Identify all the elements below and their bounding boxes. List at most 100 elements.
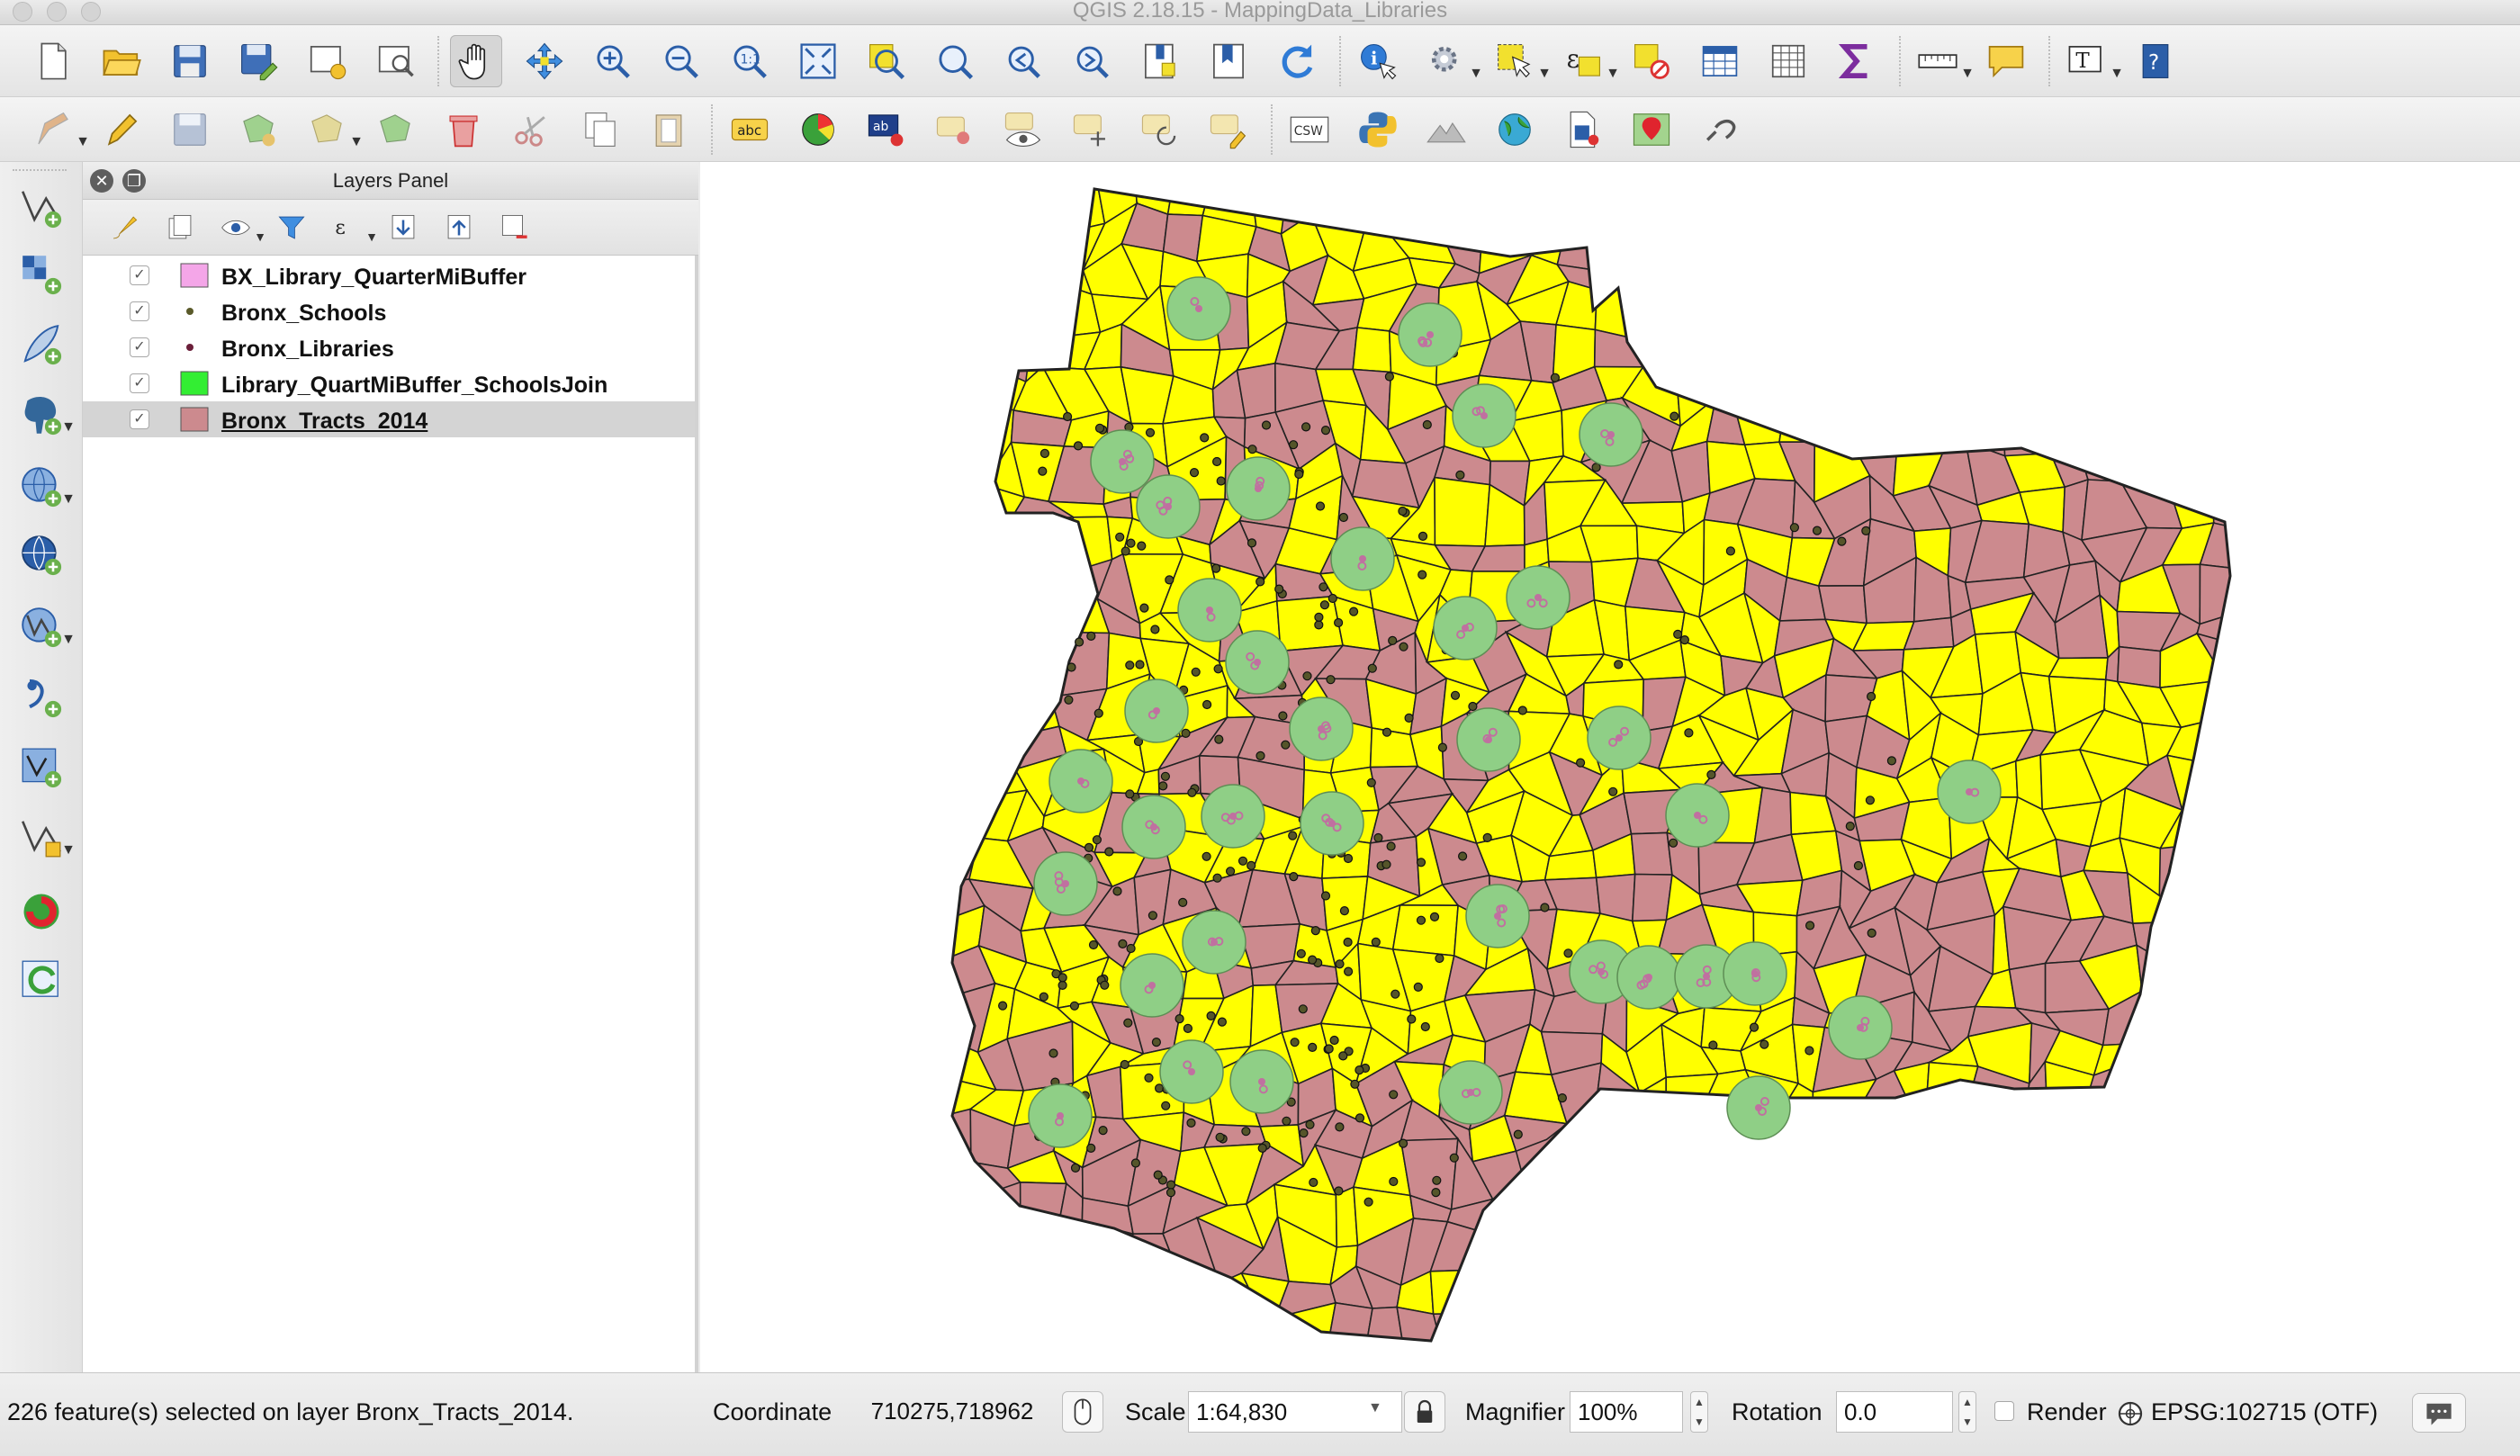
layer-visibility-checkbox[interactable]: ✓ <box>130 373 149 393</box>
add-spatialite-layer-button[interactable] <box>9 315 74 374</box>
layer-visibility-checkbox[interactable]: ✓ <box>130 301 149 321</box>
add-raster-layer-button[interactable] <box>9 245 74 304</box>
geometry-checker-button[interactable] <box>1557 103 1609 156</box>
style-manager-button[interactable] <box>106 210 142 246</box>
deselect-all-button[interactable] <box>1625 35 1678 87</box>
add-virtual-layer-button[interactable] <box>9 738 74 797</box>
bronx-map[interactable] <box>700 162 2520 1372</box>
layer-visibility-checkbox[interactable]: ✓ <box>130 409 149 429</box>
add-wcs-layer-button[interactable] <box>9 526 74 585</box>
current-edits-button[interactable]: ▼ <box>27 103 90 156</box>
globe-plugin-button[interactable] <box>1489 103 1541 156</box>
node-tool-button[interactable] <box>369 103 421 156</box>
messages-button[interactable] <box>2412 1393 2466 1433</box>
magnifier-spinner[interactable]: ▲ ▼ <box>1690 1391 1708 1433</box>
show-hide-labels-button[interactable] <box>997 103 1049 156</box>
layer-item-selected[interactable]: ✓ Bronx_Tracts_2014 <box>83 401 695 437</box>
highlight-pinned-labels-button[interactable]: ab <box>860 103 913 156</box>
add-group-button[interactable] <box>162 210 198 246</box>
zoom-out-button[interactable] <box>655 35 707 87</box>
chevron-down-icon[interactable]: ▼ <box>1368 1400 1382 1416</box>
select-by-expression-button[interactable]: ε ▼ <box>1557 35 1620 87</box>
select-features-button[interactable]: ▼ <box>1489 35 1552 87</box>
new-bookmark-button[interactable] <box>1202 35 1255 87</box>
python-console-button[interactable] <box>1352 103 1404 156</box>
locate-plugin-button[interactable] <box>1625 103 1678 156</box>
zoom-to-selection-button[interactable] <box>860 35 913 87</box>
statistical-summary-button[interactable] <box>1831 35 1883 87</box>
metasearch-csw-button[interactable]: CSW <box>1283 103 1336 156</box>
text-annotation-button[interactable]: T ▼ <box>2061 35 2124 87</box>
zoom-in-button[interactable] <box>587 35 639 87</box>
pin-unpin-labels-button[interactable] <box>929 103 981 156</box>
open-project-button[interactable] <box>95 35 148 87</box>
magnifier-field[interactable]: 100% <box>1570 1391 1683 1433</box>
add-vector-layer-button[interactable] <box>9 178 74 238</box>
cut-features-button[interactable] <box>506 103 558 156</box>
crs-globe-icon[interactable] <box>2117 1400 2144 1427</box>
new-map-view-button[interactable] <box>1134 35 1186 87</box>
lock-scale-button[interactable] <box>1404 1391 1445 1433</box>
coordinate-field[interactable]: 710275,718962 <box>841 1391 1057 1433</box>
pan-to-selection-button[interactable] <box>518 35 571 87</box>
move-feature-button[interactable]: ▼ <box>301 103 364 156</box>
zoom-to-layer-button[interactable] <box>929 35 981 87</box>
manage-map-themes-button[interactable]: ▼ <box>218 210 266 246</box>
zoom-next-button[interactable] <box>1066 35 1118 87</box>
change-label-button[interactable] <box>1202 103 1255 156</box>
layer-visibility-checkbox[interactable]: ✓ <box>130 265 149 285</box>
new-print-composer-button[interactable] <box>301 35 353 87</box>
paste-features-button[interactable] <box>643 103 695 156</box>
run-feature-action-button[interactable]: ▼ <box>1420 35 1483 87</box>
new-shapefile-layer-button[interactable]: ▼ <box>9 808 76 867</box>
rotation-field[interactable]: 0.0 <box>1836 1391 1953 1433</box>
help-button[interactable]: ? <box>2129 35 2182 87</box>
save-as-button[interactable] <box>232 35 284 87</box>
move-label-button[interactable] <box>1066 103 1118 156</box>
layer-diagram-button[interactable] <box>792 103 844 156</box>
toggle-extents-button[interactable] <box>1062 1391 1103 1433</box>
connect-plugin-button[interactable] <box>1694 103 1746 156</box>
save-project-button[interactable] <box>164 35 216 87</box>
crs-status-button[interactable]: EPSG:102715 (OTF) <box>2151 1398 2378 1426</box>
zoom-native-button[interactable]: 1:1 <box>724 35 776 87</box>
filter-legend-button[interactable] <box>274 210 310 246</box>
add-wms-layer-button[interactable]: ▼ <box>9 457 76 517</box>
save-edits-button[interactable] <box>164 103 216 156</box>
filter-by-expression-button[interactable]: ε ▼ <box>329 210 378 246</box>
rotation-spinner[interactable]: ▲ ▼ <box>1958 1391 1976 1433</box>
composer-manager-button[interactable] <box>369 35 421 87</box>
open-field-calculator-button[interactable] <box>1762 35 1814 87</box>
open-attribute-table-button[interactable] <box>1694 35 1746 87</box>
raster-terrain-button[interactable] <box>1420 103 1472 156</box>
toggle-editing-button[interactable] <box>95 103 148 156</box>
collapse-all-button[interactable] <box>441 210 477 246</box>
new-project-button[interactable] <box>27 35 79 87</box>
add-postgis-layer-button[interactable]: ▼ <box>9 385 76 445</box>
expand-all-button[interactable] <box>385 210 421 246</box>
zoom-last-button[interactable] <box>997 35 1049 87</box>
map-canvas[interactable] <box>700 162 2520 1372</box>
map-tips-button[interactable] <box>1980 35 2032 87</box>
zoom-full-button[interactable] <box>792 35 844 87</box>
add-arcgis-layer-button[interactable] <box>9 882 74 941</box>
layer-labeling-button[interactable]: abc <box>724 103 776 156</box>
remove-layer-button[interactable] <box>497 210 533 246</box>
layer-item[interactable]: ✓ BX_Library_QuarterMiBuffer <box>83 257 695 293</box>
refresh-button[interactable] <box>1271 35 1323 87</box>
measure-line-button[interactable]: ▼ <box>1912 35 1975 87</box>
refresh-layers-button[interactable] <box>9 950 74 1010</box>
add-wfs-layer-button[interactable]: ▼ <box>9 598 76 657</box>
layer-visibility-checkbox[interactable]: ✓ <box>130 337 149 357</box>
layer-item[interactable]: ✓ Library_QuartMiBuffer_SchoolsJoin <box>83 365 695 401</box>
render-checkbox[interactable] <box>1994 1401 2014 1421</box>
layer-item[interactable]: ✓ Bronx_Libraries <box>83 329 695 365</box>
add-feature-button[interactable] <box>232 103 284 156</box>
identify-features-button[interactable]: i <box>1352 35 1404 87</box>
pan-map-button[interactable] <box>450 34 502 87</box>
layer-item[interactable]: ✓ Bronx_Schools <box>83 293 695 329</box>
rotate-label-button[interactable] <box>1134 103 1186 156</box>
delete-selected-button[interactable] <box>437 103 490 156</box>
add-delimited-text-layer-button[interactable] <box>9 668 74 727</box>
copy-features-button[interactable] <box>574 103 626 156</box>
